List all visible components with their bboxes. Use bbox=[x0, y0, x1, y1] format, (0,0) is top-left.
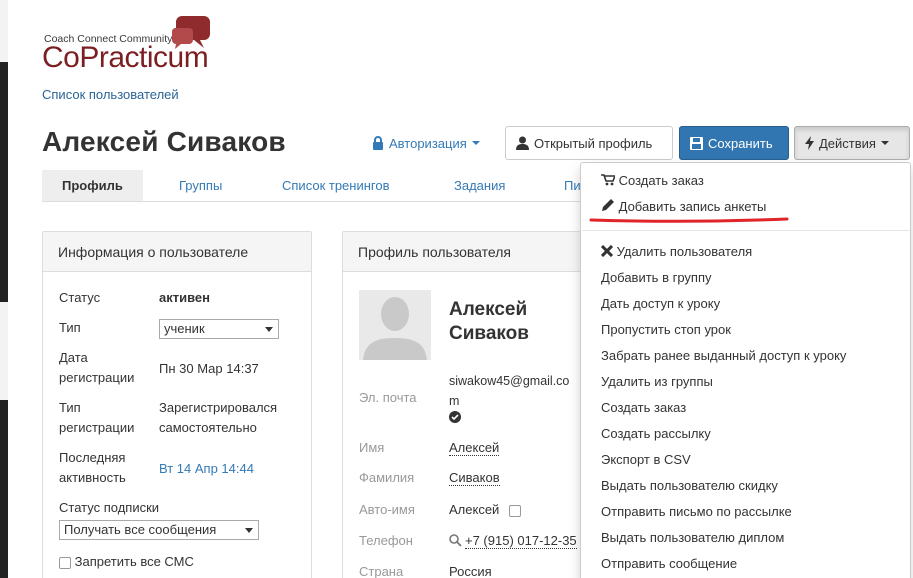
subscription-label: Статус подписки bbox=[59, 500, 160, 515]
caret-down-icon bbox=[880, 141, 889, 145]
profile-tabs: Профиль Группы Список тренингов Задания … bbox=[42, 170, 582, 202]
left-edge-dark bbox=[0, 62, 8, 302]
menu-divider bbox=[582, 230, 910, 231]
menu-item-skip-stop-lesson[interactable]: Пропустить стоп урок bbox=[601, 320, 731, 340]
lock-icon bbox=[373, 136, 383, 150]
auto-name-label: Авто-имя bbox=[359, 502, 415, 517]
menu-item-grant-lesson-access[interactable]: Дать доступ к уроку bbox=[601, 294, 720, 314]
status-label: Статус bbox=[59, 290, 101, 305]
user-profile-panel: Профиль пользователя Алексей Сиваков Эл. … bbox=[342, 231, 592, 578]
user-info-title: Информация о пользователе bbox=[43, 232, 311, 272]
tab-profile[interactable]: Профиль bbox=[42, 170, 143, 201]
last-name-label: Фамилия bbox=[359, 470, 415, 485]
country-label: Страна bbox=[359, 564, 404, 578]
tab-tasks[interactable]: Задания bbox=[454, 170, 505, 201]
reg-date-value: Пн 30 Мар 14:37 bbox=[159, 361, 259, 376]
logo[interactable]: Coach Connect Community CoPracticum bbox=[42, 16, 222, 74]
sms-checkbox[interactable] bbox=[59, 556, 71, 569]
open-profile-label: Открытый профиль bbox=[534, 135, 653, 151]
actions-button-label: Действия bbox=[819, 135, 876, 151]
menu-item-revoke-lesson-access[interactable]: Забрать ранее выданный доступ к уроку bbox=[601, 346, 846, 366]
select-arrow-icon bbox=[245, 528, 253, 533]
first-name-value[interactable]: Алексей bbox=[449, 440, 500, 456]
auto-name-checkbox[interactable] bbox=[508, 504, 521, 517]
caret-down-icon bbox=[471, 141, 480, 145]
close-icon bbox=[600, 244, 614, 258]
profile-name: Алексей Сиваков bbox=[449, 299, 529, 344]
menu-item-give-discount[interactable]: Выдать пользователю скидку bbox=[601, 476, 778, 496]
left-edge-strip bbox=[0, 0, 8, 578]
menu-item-give-diploma[interactable]: Выдать пользователю диплом bbox=[601, 528, 784, 548]
tab-groups[interactable]: Группы bbox=[179, 170, 222, 201]
subscription-select[interactable]: Получать все сообщения bbox=[59, 520, 259, 540]
left-edge-gap bbox=[0, 302, 8, 400]
page-title: Алексей Сиваков bbox=[42, 126, 286, 157]
type-label: Тип bbox=[59, 320, 81, 335]
phone-value[interactable]: +7 (915) 017-12-35 bbox=[465, 533, 577, 549]
search-icon[interactable] bbox=[449, 534, 462, 547]
pencil-icon bbox=[602, 199, 614, 211]
save-button[interactable]: Сохранить bbox=[679, 126, 789, 160]
menu-item-add-survey-record[interactable]: Добавить запись анкеты bbox=[601, 197, 766, 217]
menu-item-create-order[interactable]: Создать заказ bbox=[601, 171, 704, 191]
actions-dropdown-menu: Создать заказ Добавить запись анкеты Уда… bbox=[580, 162, 911, 578]
last-name-value[interactable]: Сиваков bbox=[449, 470, 500, 486]
verified-check-icon bbox=[449, 411, 461, 423]
menu-item-add-to-group[interactable]: Добавить в группу bbox=[601, 268, 712, 288]
menu-item-export-csv[interactable]: Экспорт в CSV bbox=[601, 450, 691, 470]
tabs-divider bbox=[42, 201, 582, 202]
country-value: Россия bbox=[449, 564, 492, 578]
subscription-select-value: Получать все сообщения bbox=[64, 522, 217, 537]
user-profile-title: Профиль пользователя bbox=[343, 232, 591, 272]
tab-trainings[interactable]: Список тренингов bbox=[282, 170, 390, 201]
last-active-value[interactable]: Вт 14 Апр 14:44 bbox=[159, 459, 254, 479]
status-value: активен bbox=[159, 290, 210, 305]
actions-button[interactable]: Действия bbox=[794, 126, 910, 160]
left-edge-dark-2 bbox=[0, 400, 8, 578]
open-profile-button[interactable]: Открытый профиль bbox=[505, 126, 673, 160]
user-info-panel: Информация о пользователе Статус активен… bbox=[42, 231, 312, 578]
user-icon bbox=[516, 136, 529, 150]
users-list-link[interactable]: Список пользователей bbox=[42, 87, 179, 102]
auth-button[interactable]: Авторизация bbox=[362, 126, 490, 160]
sms-row: Запретить все СМС bbox=[59, 552, 194, 572]
first-name-label: Имя bbox=[359, 440, 385, 455]
menu-item-remove-from-group[interactable]: Удалить из группы bbox=[601, 372, 713, 392]
reg-date-label: Дата регистрации bbox=[59, 350, 135, 385]
menu-item-create-mailing[interactable]: Создать рассылку bbox=[601, 424, 711, 444]
menu-item-send-mailing-letter[interactable]: Отправить письмо по рассылке bbox=[601, 502, 792, 522]
auth-button-label: Авторизация bbox=[389, 135, 467, 151]
avatar[interactable] bbox=[359, 290, 431, 360]
sms-label: Запретить все СМС bbox=[74, 554, 194, 569]
phone-label: Телефон bbox=[359, 533, 413, 548]
menu-item-create-order-2[interactable]: Создать заказ bbox=[601, 398, 686, 418]
highlight-underline bbox=[589, 217, 789, 223]
menu-item-send-message[interactable]: Отправить сообщение bbox=[601, 554, 737, 574]
speech-bubble-icon bbox=[172, 16, 210, 49]
select-arrow-icon bbox=[265, 327, 273, 332]
email-value: siwakow45@gmail.co m bbox=[449, 374, 570, 408]
cart-icon bbox=[601, 174, 617, 186]
reg-type-value: Зарегистрировался самостоятельно bbox=[159, 400, 278, 435]
bolt-icon bbox=[805, 136, 814, 150]
type-select-value: ученик bbox=[164, 321, 205, 336]
last-active-label: Последняя активность bbox=[59, 450, 126, 485]
save-button-label: Сохранить bbox=[708, 135, 773, 151]
floppy-icon bbox=[690, 136, 703, 150]
avatar-placeholder-icon bbox=[359, 290, 431, 360]
email-label: Эл. почта bbox=[359, 390, 417, 405]
menu-item-delete-user[interactable]: Удалить пользователя bbox=[600, 242, 752, 262]
reg-type-label: Тип регистрации bbox=[59, 400, 135, 435]
type-select[interactable]: ученик bbox=[159, 319, 279, 339]
auto-name-value: Алексей bbox=[449, 502, 521, 517]
tab-more[interactable]: Пи bbox=[564, 170, 581, 201]
